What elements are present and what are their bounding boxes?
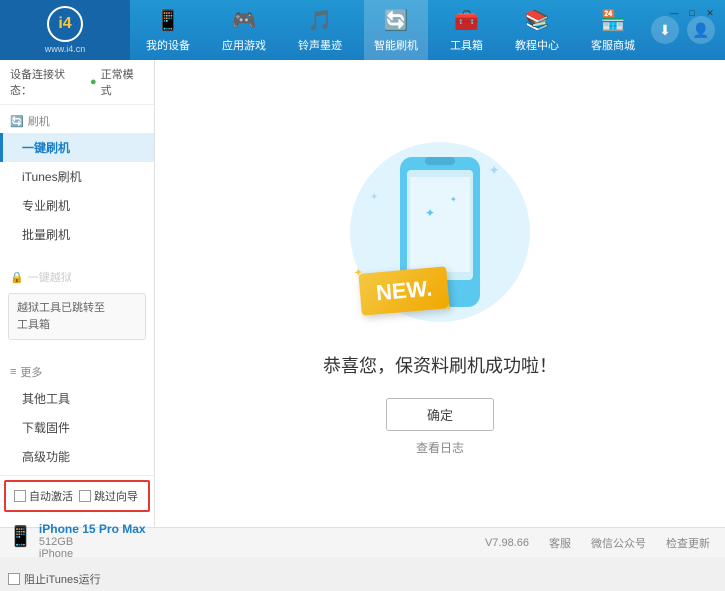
sidebar-item-itunes-flash[interactable]: iTunes刷机	[0, 162, 154, 191]
nav-label-services: 客服商城	[591, 37, 635, 53]
device-type: iPhone	[39, 548, 146, 560]
skip-guidance-label: 跳过向导	[94, 488, 138, 504]
skip-guidance-box[interactable]	[79, 490, 91, 502]
new-badge: NEW.	[360, 270, 448, 312]
sidebar: 设备连接状态： ● 正常模式 🔄 刷机 一键刷机 iTunes刷机 专业刷机 批…	[0, 60, 155, 527]
nav-icon-smart-flash: 🔄	[384, 8, 409, 33]
sparkle-icon-1: ✦	[488, 162, 500, 179]
sidebar-item-batch-flash[interactable]: 批量刷机	[0, 220, 154, 249]
nav-item-toolbox[interactable]: 🧰 工具箱	[440, 0, 493, 60]
main-content: ✦ ✦ NEW. ✦ ✦ 恭喜您，保资料刷机成功啦！ 确定 查看日志	[155, 60, 725, 527]
logo-area: i4 www.i4.cn	[0, 0, 130, 60]
device-status: 设备连接状态： ● 正常模式	[0, 60, 154, 105]
itunes-checkbox[interactable]	[8, 573, 20, 585]
nav-label-smart-flash: 智能刷机	[374, 37, 418, 53]
auto-activate-label: 自动激活	[29, 488, 73, 504]
main-layout: 设备连接状态： ● 正常模式 🔄 刷机 一键刷机 iTunes刷机 专业刷机 批…	[0, 60, 725, 527]
nav-label-toolbox: 工具箱	[450, 37, 483, 53]
logo-url: www.i4.cn	[45, 44, 86, 54]
success-message: 恭喜您，保资料刷机成功啦！	[323, 352, 557, 378]
nav-label-my-device: 我的设备	[146, 37, 190, 53]
nav-icon-services: 🏪	[601, 8, 626, 33]
auto-options-box: 自动激活 跳过向导	[4, 480, 150, 512]
window-controls: — □ ✕	[667, 6, 717, 20]
flash-section: 🔄 刷机 一键刷机 iTunes刷机 专业刷机 批量刷机	[0, 105, 154, 253]
sparkle-icon-2: ✦	[370, 192, 378, 203]
nav-item-smart-flash[interactable]: 🔄 智能刷机	[364, 0, 428, 60]
nav-bar: 📱 我的设备 🎮 应用游戏 🎵 铃声墨迹 🔄 智能刷机 🧰 工具箱 📚 教程中心 🏪 客服商城	[130, 0, 651, 60]
svg-text:✦: ✦	[425, 206, 435, 220]
more-label: 更多	[20, 364, 42, 380]
itunes-label: 阻止iTunes运行	[24, 571, 101, 587]
nav-label-tutorials: 教程中心	[515, 37, 559, 53]
more-section-header: ≡ 更多	[0, 360, 154, 384]
download-button[interactable]: ⬇	[651, 16, 679, 44]
device-name: iPhone 15 Pro Max	[39, 522, 146, 536]
sidebar-item-pro-flash[interactable]: 专业刷机	[0, 191, 154, 220]
nav-item-my-device[interactable]: 📱 我的设备	[136, 0, 200, 60]
flash-icon: 🔄	[10, 115, 24, 128]
nav-icon-apps-games: 🎮	[232, 8, 257, 33]
sidebar-item-one-click-flash[interactable]: 一键刷机	[0, 133, 154, 162]
nav-item-services[interactable]: 🏪 客服商城	[581, 0, 645, 60]
svg-text:✦: ✦	[450, 195, 457, 204]
footer-check-update[interactable]: 检查更新	[666, 535, 710, 551]
device-phone-icon: 📱	[8, 524, 33, 549]
status-label: 设备连接状态：	[10, 66, 86, 98]
flash-section-header: 🔄 刷机	[0, 109, 154, 133]
nav-icon-tutorials: 📚	[525, 8, 550, 33]
header-actions: ⬇ 👤	[651, 16, 725, 44]
nav-icon-toolbox: 🧰	[454, 8, 479, 33]
sidebar-item-other-tools[interactable]: 其他工具	[0, 384, 154, 413]
close-button[interactable]: ✕	[703, 6, 717, 20]
status-value: 正常模式	[101, 66, 144, 98]
jailbreak-section-header: 🔒 一键越狱	[0, 265, 154, 289]
view-log-link[interactable]: 查看日志	[416, 439, 464, 456]
footer-customer-service[interactable]: 客服	[549, 535, 571, 551]
flash-label: 刷机	[28, 113, 50, 129]
jailbreak-section: 🔒 一键越狱 越狱工具已跳转至工具箱	[0, 261, 154, 348]
auto-activate-checkbox[interactable]: 自动激活	[14, 488, 73, 504]
jailbreak-label: 一键越狱	[28, 269, 72, 285]
nav-item-apps-games[interactable]: 🎮 应用游戏	[212, 0, 276, 60]
nav-item-tutorials[interactable]: 📚 教程中心	[505, 0, 569, 60]
skip-guidance-checkbox[interactable]: 跳过向导	[79, 488, 138, 504]
nav-label-ringtones: 铃声墨迹	[298, 37, 342, 53]
device-text: iPhone 15 Pro Max 512GB iPhone	[39, 522, 146, 560]
version-label: V7.98.66	[485, 537, 529, 549]
sidebar-bottom: 自动激活 跳过向导 📱 iPhone 15 Pro Max 512GB iPho…	[0, 475, 154, 591]
phone-illustration: ✦ ✦ NEW. ✦ ✦	[340, 132, 540, 332]
nav-item-ringtones[interactable]: 🎵 铃声墨迹	[288, 0, 352, 60]
maximize-button[interactable]: □	[685, 6, 699, 20]
device-storage: 512GB	[39, 536, 146, 548]
user-button[interactable]: 👤	[687, 16, 715, 44]
app-logo: i4	[47, 6, 83, 42]
more-section: ≡ 更多 其他工具 下载固件 高级功能	[0, 356, 154, 475]
sidebar-item-download-firmware[interactable]: 下载固件	[0, 413, 154, 442]
nav-icon-my-device: 📱	[156, 8, 181, 33]
footer-wechat[interactable]: 微信公众号	[591, 535, 646, 551]
auto-activate-box[interactable]	[14, 490, 26, 502]
more-icon: ≡	[10, 366, 16, 378]
status-dot: ●	[90, 76, 97, 88]
minimize-button[interactable]: —	[667, 6, 681, 20]
confirm-button[interactable]: 确定	[386, 398, 494, 431]
itunes-bar: 阻止iTunes运行	[0, 566, 154, 591]
header: i4 www.i4.cn 📱 我的设备 🎮 应用游戏 🎵 铃声墨迹 🔄 智能刷机 🧰 工具箱 📚 教程…	[0, 0, 725, 60]
lock-icon: 🔒	[10, 271, 24, 284]
nav-icon-ringtones: 🎵	[308, 8, 333, 33]
nav-label-apps-games: 应用游戏	[222, 37, 266, 53]
jailbreak-notice: 越狱工具已跳转至工具箱	[8, 293, 146, 340]
new-banner-text: NEW.	[358, 266, 450, 316]
device-info: 📱 iPhone 15 Pro Max 512GB iPhone	[0, 516, 154, 566]
sidebar-item-advanced[interactable]: 高级功能	[0, 442, 154, 471]
